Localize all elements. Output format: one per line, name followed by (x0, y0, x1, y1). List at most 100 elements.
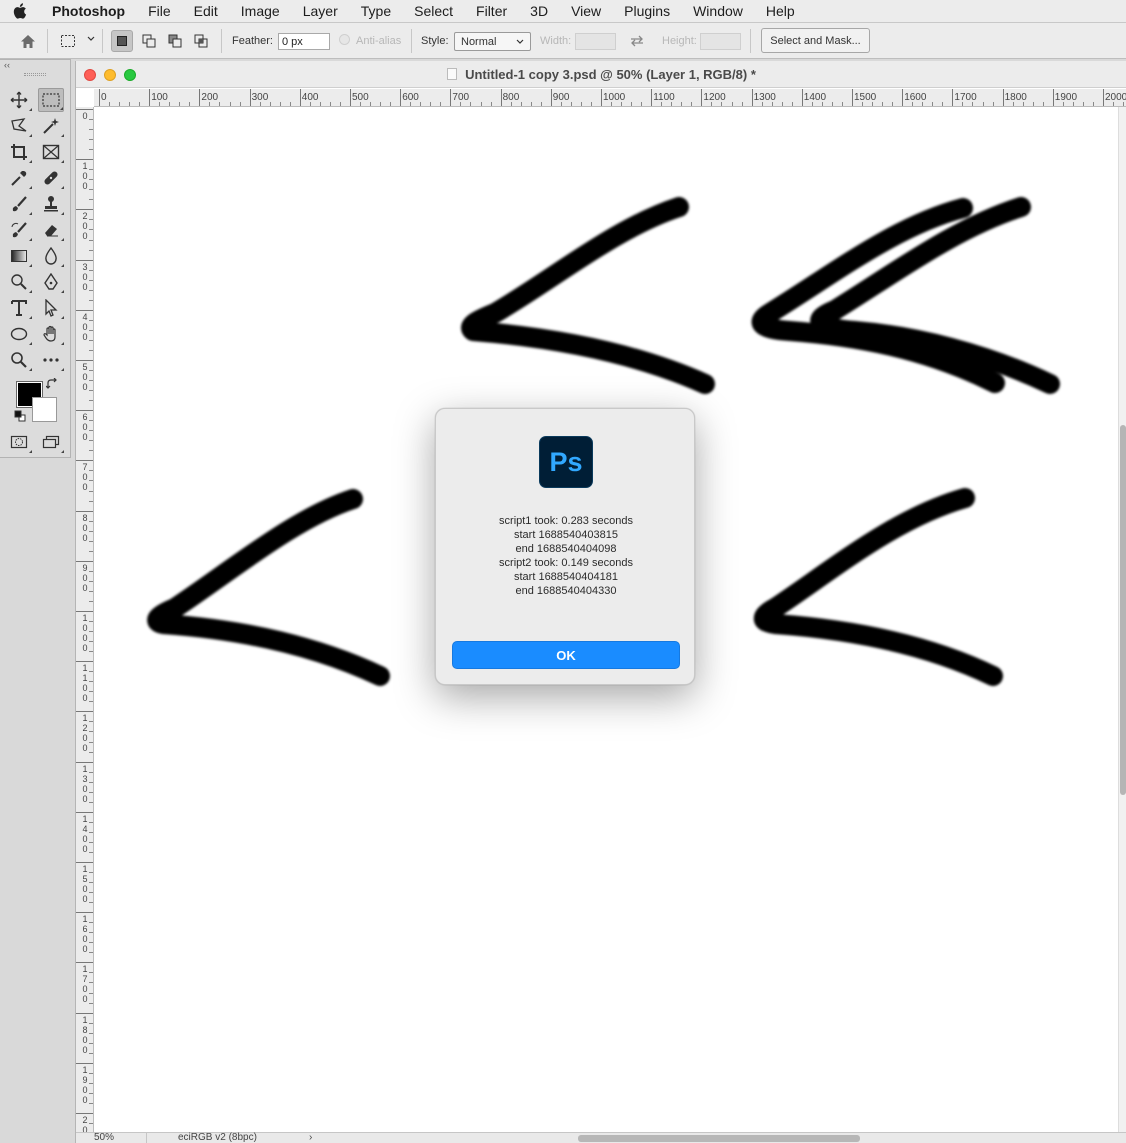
add-selection-icon[interactable] (138, 30, 160, 52)
menu-view[interactable]: View (556, 0, 609, 23)
swap-width-height-icon[interactable] (626, 30, 648, 52)
marquee-preset-icon[interactable] (57, 30, 79, 52)
menu-filter[interactable]: Filter (461, 0, 515, 23)
vertical-scrollbar[interactable] (1118, 107, 1126, 1135)
healing-brush-tool-icon[interactable] (38, 166, 64, 190)
collapse-panel-icon[interactable]: ‹‹ (4, 60, 10, 70)
minimize-window-button[interactable] (104, 69, 116, 81)
feather-input[interactable] (278, 33, 330, 50)
zoom-window-button[interactable] (124, 69, 136, 81)
brush-tool-icon[interactable] (6, 192, 32, 216)
height-input[interactable] (700, 33, 741, 50)
menu-app-photoshop[interactable]: Photoshop (40, 0, 133, 23)
ruler-minor-tick (862, 102, 864, 106)
ruler-label: 0 (101, 92, 107, 103)
magic-wand-tool-icon[interactable] (38, 114, 64, 138)
anti-alias-checkbox[interactable] (339, 34, 350, 45)
default-colors-icon[interactable] (13, 409, 27, 423)
menu-select[interactable]: Select (399, 0, 461, 23)
select-and-mask-button[interactable]: Select and Mask... (761, 28, 870, 53)
eraser-tool-icon[interactable] (38, 218, 64, 242)
close-window-button[interactable] (84, 69, 96, 81)
intersect-selection-icon[interactable] (190, 30, 212, 52)
ruler-minor-tick (89, 349, 93, 351)
move-tool-icon[interactable] (6, 88, 32, 112)
ruler-minor-tick (912, 102, 914, 106)
dodge-tool-icon[interactable] (6, 270, 32, 294)
rectangular-marquee-tool-icon[interactable] (38, 88, 64, 112)
gradient-tool-icon[interactable] (6, 244, 32, 268)
blur-tool-icon[interactable] (38, 244, 64, 268)
new-selection-icon[interactable] (111, 30, 133, 52)
path-selection-tool-icon[interactable] (38, 296, 64, 320)
divider (750, 29, 751, 53)
eyedropper-tool-icon[interactable] (6, 166, 32, 190)
pen-tool-icon[interactable] (38, 270, 64, 294)
subtract-selection-icon[interactable] (164, 30, 186, 52)
ruler-label: 1700 (82, 964, 88, 1005)
history-brush-tool-icon[interactable] (6, 218, 32, 242)
ruler-minor-tick (89, 229, 93, 231)
background-color-swatch[interactable] (32, 397, 57, 422)
ruler-tick (1103, 89, 1104, 106)
menu-3d[interactable]: 3D (515, 0, 556, 23)
ruler-minor-tick (89, 570, 93, 572)
ruler-minor-tick (89, 741, 93, 743)
menu-plugins[interactable]: Plugins (609, 0, 678, 23)
menu-layer[interactable]: Layer (288, 0, 346, 23)
ruler-minor-tick (490, 102, 492, 106)
ruler-tick (500, 89, 502, 106)
ruler-minor-tick (319, 102, 321, 106)
ruler-minor-tick (89, 1022, 93, 1024)
alert-dialog: Ps script1 took: 0.283 seconds start 168… (435, 408, 695, 685)
ruler-minor-tick (882, 102, 884, 106)
ruler-tick (199, 89, 201, 106)
lasso-tool-icon[interactable] (6, 114, 32, 138)
ok-button[interactable]: OK (452, 641, 680, 669)
apple-icon[interactable] (0, 3, 40, 19)
chevron-right-icon[interactable]: › (309, 1133, 312, 1143)
quick-mask-icon[interactable] (6, 430, 32, 454)
width-input[interactable] (575, 33, 616, 50)
ruler-minor-tick (420, 102, 422, 106)
crop-tool-icon[interactable] (6, 140, 32, 164)
type-tool-icon[interactable] (6, 296, 32, 320)
menu-type[interactable]: Type (346, 0, 399, 23)
menu-file[interactable]: File (133, 0, 179, 23)
ruler-minor-tick (370, 102, 372, 106)
ruler-minor-tick (972, 102, 974, 106)
zoom-tool-icon[interactable] (6, 348, 32, 372)
horizontal-ruler[interactable]: 0 100 200 300 400 500 600 700 800 900 1000 1100 1200… (94, 89, 1126, 107)
ruler-tick (76, 410, 93, 412)
screen-mode-icon[interactable] (38, 430, 64, 454)
menu-window[interactable]: Window (678, 0, 751, 23)
ruler-label: 800 (82, 512, 88, 543)
zoom-level[interactable]: 50% (94, 1133, 114, 1143)
ruler-minor-tick (1113, 102, 1115, 106)
ruler-tick (76, 360, 93, 361)
menu-edit[interactable]: Edit (179, 0, 226, 23)
swap-colors-icon[interactable] (45, 377, 59, 391)
menu-help[interactable]: Help (751, 0, 803, 23)
style-select[interactable]: Normal (454, 32, 531, 51)
panel-grip[interactable] (24, 73, 46, 76)
clone-stamp-tool-icon[interactable] (38, 192, 64, 216)
ellipse-tool-icon[interactable] (6, 322, 32, 346)
chevron-down-icon[interactable] (87, 33, 95, 45)
frame-tool-icon[interactable] (38, 140, 64, 164)
ruler-label: 200 (82, 211, 88, 242)
horizontal-scrollbar-thumb[interactable] (578, 1135, 860, 1142)
ruler-minor-tick (309, 102, 311, 106)
hand-tool-icon[interactable] (38, 322, 64, 346)
menu-image[interactable]: Image (226, 0, 288, 23)
ruler-label: 100 (82, 161, 88, 192)
vertical-ruler[interactable]: 0 100 200 300 400 500 600 700 800 900 1000 1100 1200… (76, 107, 94, 1143)
ruler-tick (1052, 89, 1054, 106)
ruler-tick (149, 89, 151, 106)
ruler-minor-tick (1062, 102, 1064, 106)
ruler-minor-tick (89, 420, 93, 422)
home-icon[interactable] (17, 30, 39, 52)
ruler-minor-tick (89, 450, 93, 452)
vertical-scrollbar-thumb[interactable] (1120, 425, 1126, 795)
more-tools-icon[interactable] (38, 348, 64, 372)
